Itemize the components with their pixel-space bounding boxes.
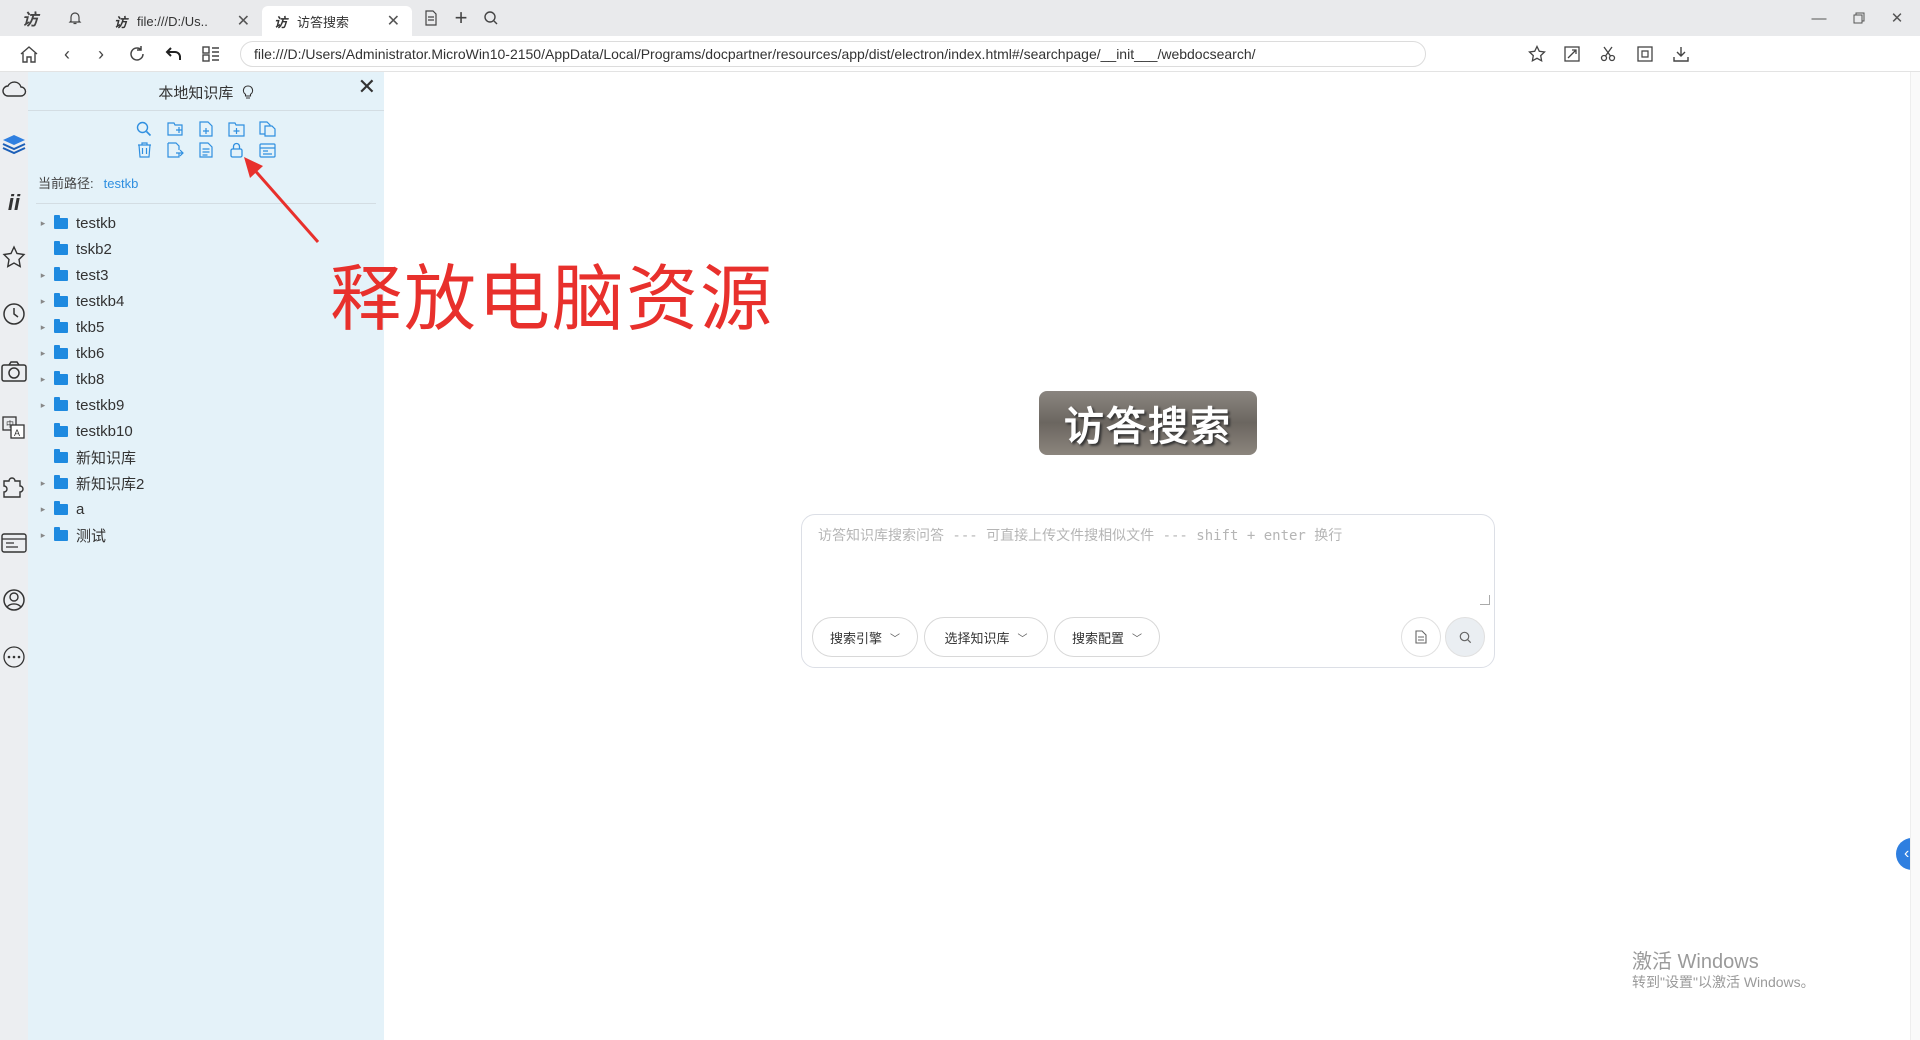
search-input[interactable]	[818, 525, 1478, 595]
annotation-text: 释放电脑资源	[330, 257, 775, 341]
file-icon	[1415, 630, 1427, 644]
search-config-select[interactable]: 搜索配置 ﹀	[1054, 617, 1160, 657]
chevron-down-icon: ﹀	[1017, 633, 1028, 645]
search-icon	[1459, 631, 1471, 643]
scrollbar[interactable]	[1910, 72, 1920, 1040]
brand-logo: 访答搜索	[1039, 391, 1257, 455]
search-box: 搜索引擎 ﹀ 选择知识库 ﹀ 搜索配置 ﹀	[801, 514, 1495, 668]
select-label: 搜索引擎	[829, 631, 882, 647]
search-engine-select[interactable]: 搜索引擎 ﹀	[812, 617, 918, 657]
activation-watermark-subtitle: 转到"设置"以激活 Windows。	[1632, 974, 1815, 990]
app-window: 访 访 file:///D:/Us.. ✕ 访 访答搜索 ✕ + — ✕ ‹ ›…	[0, 0, 1920, 1040]
resize-handle[interactable]	[1480, 595, 1490, 605]
search-button[interactable]	[1445, 617, 1485, 657]
activation-watermark-title: 激活 Windows	[1632, 951, 1759, 973]
select-label: 选择知识库	[944, 631, 1010, 647]
select-label: 搜索配置	[1071, 631, 1124, 647]
chevron-down-icon: ﹀	[890, 633, 900, 645]
kb-select[interactable]: 选择知识库 ﹀	[924, 617, 1048, 657]
chevron-down-icon: ﹀	[1132, 633, 1142, 645]
upload-file-button[interactable]	[1401, 617, 1441, 657]
logo-text: 访答搜索	[1064, 405, 1232, 449]
